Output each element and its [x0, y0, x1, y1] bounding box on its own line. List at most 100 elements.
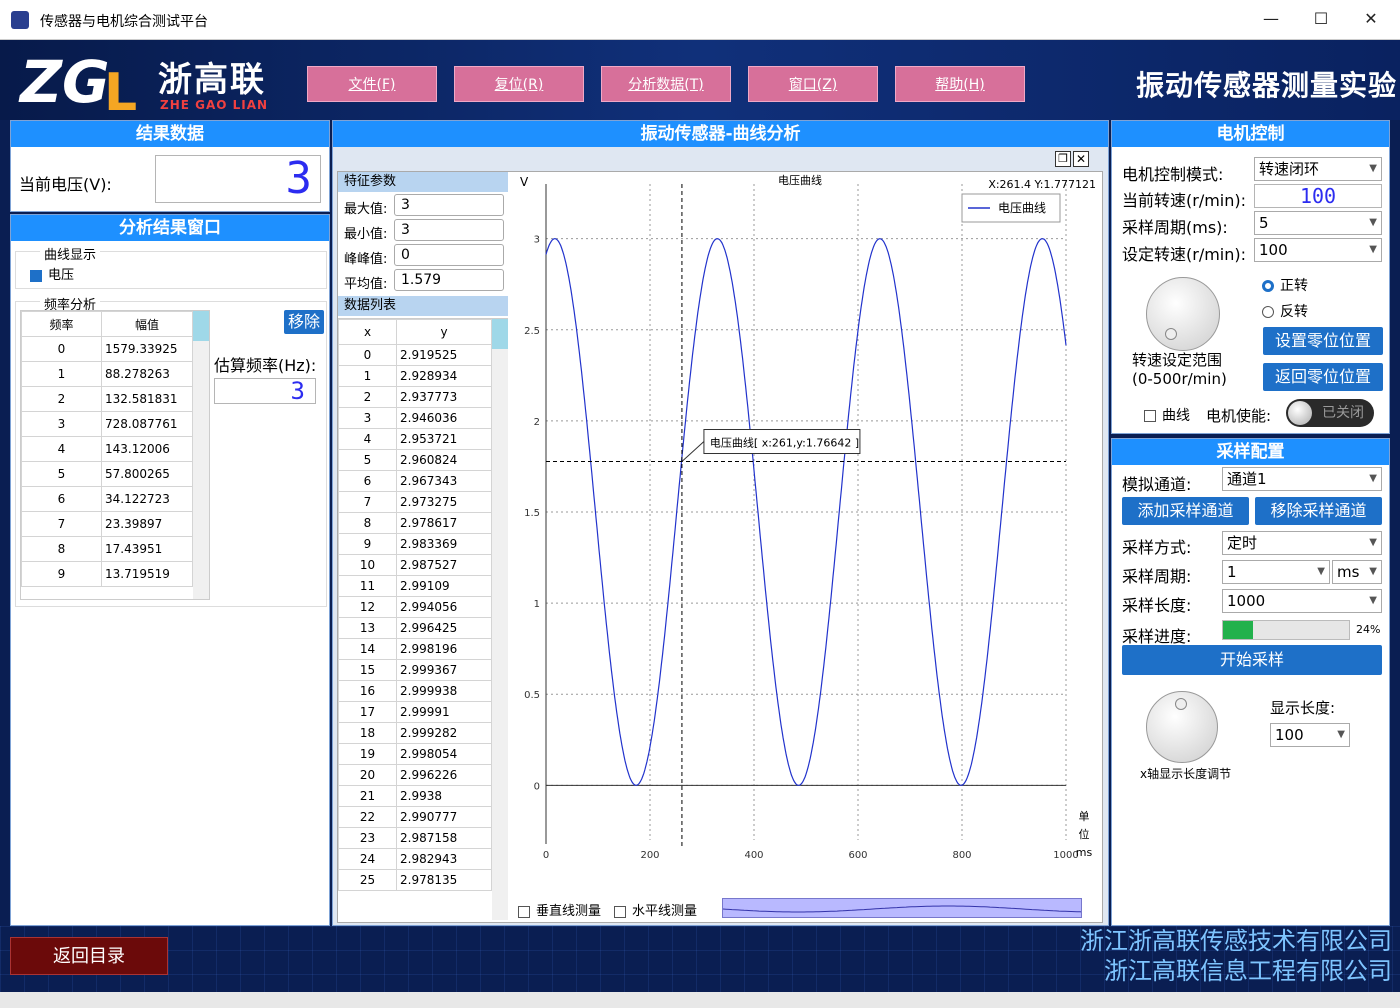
checkbox-unchecked-icon[interactable] [614, 905, 626, 918]
mode-value: 转速闭环 [1259, 160, 1320, 178]
scrollbar[interactable] [492, 319, 508, 920]
x-cell: 18 [338, 722, 397, 744]
y-tick-label: 0 [534, 781, 540, 792]
table-row[interactable]: 9 2.983369 [338, 533, 492, 555]
xaxis-knob[interactable] [1146, 691, 1218, 763]
close-icon[interactable]: ✕ [1356, 8, 1386, 30]
table-row[interactable]: 22 2.990777 [338, 806, 492, 828]
curve-voltage-checkbox[interactable]: 电压 [30, 264, 74, 283]
table-row[interactable]: 15 2.999367 [338, 659, 492, 681]
hline-checkbox[interactable]: 水平线测量 [614, 900, 697, 919]
table-row[interactable]: 8 2.978617 [338, 512, 492, 534]
period-unit-select[interactable]: ms ▼ [1332, 560, 1382, 584]
voltage-chart[interactable]: 0 0.5 1 1.5 2 2.5 3 0 200 400 600 800 1000 V 电压曲线 X:261… [510, 172, 1102, 894]
reverse-label: 反转 [1280, 304, 1308, 320]
scrollbar-thumb[interactable] [492, 319, 508, 349]
menu-help[interactable]: 帮助(H) [895, 66, 1025, 102]
col-x: x [338, 319, 397, 345]
table-row[interactable]: 16 2.999938 [338, 680, 492, 702]
menu-window[interactable]: 窗口(Z) [748, 66, 878, 102]
set-speed-label: 设定转速(r/min): [1122, 245, 1247, 264]
table-row[interactable]: 1 88.278263 [21, 361, 193, 387]
s-period-select[interactable]: 1 ▼ [1222, 560, 1330, 584]
table-row[interactable]: 2 2.937773 [338, 386, 492, 408]
table-row[interactable]: 8 17.43951 [21, 536, 193, 562]
forward-radio[interactable]: 正转 [1262, 275, 1308, 295]
table-row[interactable]: 20 2.996226 [338, 764, 492, 786]
table-row[interactable]: 7 2.973275 [338, 491, 492, 513]
panel-close-icon[interactable]: ✕ [1073, 151, 1089, 167]
reverse-radio[interactable]: 反转 [1262, 301, 1308, 321]
table-row[interactable]: 17 2.99991 [338, 701, 492, 723]
table-row[interactable]: 2 132.581831 [21, 386, 193, 412]
table-row[interactable]: 13 2.996425 [338, 617, 492, 639]
chevron-down-icon: ▼ [1317, 566, 1325, 577]
amp-cell: 728.087761 [101, 411, 193, 437]
table-row[interactable]: 0 2.919525 [338, 344, 492, 366]
table-row[interactable]: 1 2.928934 [338, 365, 492, 387]
feature-row: 平均值: 1.579 [342, 269, 508, 293]
table-row[interactable]: 24 2.982943 [338, 848, 492, 870]
feature-row: 最小值: 3 [342, 219, 508, 243]
restore-icon[interactable]: ❐ [1055, 151, 1071, 167]
speed-knob[interactable] [1146, 277, 1220, 351]
maximize-icon[interactable]: ☐ [1306, 8, 1336, 30]
radio-unchecked-icon[interactable] [1262, 306, 1274, 318]
table-row[interactable]: 23 2.987158 [338, 827, 492, 849]
menu-reset[interactable]: 复位(R) [454, 66, 584, 102]
table-row[interactable]: 11 2.99109 [338, 575, 492, 597]
period-select[interactable]: 5 ▼ [1254, 211, 1382, 235]
table-row[interactable]: 0 1579.33925 [21, 336, 193, 362]
return-zero-button[interactable]: 返回零位位置 [1263, 363, 1383, 391]
method-label: 采样方式: [1122, 538, 1192, 557]
back-button[interactable]: 返回目录 [10, 937, 168, 975]
channel-select[interactable]: 通道1 ▼ [1222, 467, 1382, 491]
table-row[interactable]: 4 143.12006 [21, 436, 193, 462]
checkbox-unchecked-icon[interactable] [518, 905, 530, 918]
table-row[interactable]: 10 2.987527 [338, 554, 492, 576]
mode-select[interactable]: 转速闭环 ▼ [1254, 157, 1382, 181]
feature-label: 峰峰值: [344, 252, 388, 267]
overview-scroller[interactable] [722, 898, 1082, 918]
table-row[interactable]: 7 23.39897 [21, 511, 193, 537]
table-row[interactable]: 6 34.122723 [21, 486, 193, 512]
start-sampling-button[interactable]: 开始采样 [1122, 645, 1382, 675]
checkbox-checked-icon[interactable] [30, 269, 42, 282]
table-row[interactable]: 6 2.967343 [338, 470, 492, 492]
display-len-select[interactable]: 100 ▼ [1270, 723, 1350, 747]
data-table[interactable]: x y 0 2.919525 1 2.928934 2 2.937773 3 2.946036… [338, 318, 508, 920]
set-speed-select[interactable]: 100 ▼ [1254, 238, 1382, 262]
table-row[interactable]: 5 57.800265 [21, 461, 193, 487]
frequency-table[interactable]: 频率 幅值 0 1579.33925 1 88.278263 2 132.581831 3 7… [20, 310, 210, 600]
scrollbar-thumb[interactable] [193, 311, 209, 341]
menu-file[interactable]: 文件(F) [307, 66, 437, 102]
table-row[interactable]: 25 2.978135 [338, 869, 492, 891]
vline-checkbox[interactable]: 垂直线测量 [518, 900, 601, 919]
scrollbar[interactable] [193, 311, 209, 599]
table-row[interactable]: 9 13.719519 [21, 561, 193, 587]
feature-row: 峰峰值: 0 [342, 244, 508, 268]
table-row[interactable]: 4 2.953721 [338, 428, 492, 450]
table-row[interactable]: 5 2.960824 [338, 449, 492, 471]
checkbox-unchecked-icon[interactable] [1144, 410, 1156, 422]
remove-button[interactable]: 移除 [284, 310, 324, 334]
table-row[interactable]: 3 2.946036 [338, 407, 492, 429]
amp-cell: 23.39897 [101, 511, 193, 537]
table-row[interactable]: 3 728.087761 [21, 411, 193, 437]
set-zero-button[interactable]: 设置零位位置 [1263, 327, 1383, 355]
table-row[interactable]: 21 2.9938 [338, 785, 492, 807]
table-row[interactable]: 19 2.998054 [338, 743, 492, 765]
table-row[interactable]: 18 2.999282 [338, 722, 492, 744]
table-row[interactable]: 14 2.998196 [338, 638, 492, 660]
minimize-icon[interactable]: — [1256, 8, 1286, 30]
menu-analysis[interactable]: 分析数据(T) [601, 66, 731, 102]
remove-channel-button[interactable]: 移除采样通道 [1255, 497, 1382, 525]
enable-toggle[interactable]: 已关闭 [1286, 399, 1374, 427]
chevron-down-icon: ▼ [1369, 244, 1377, 255]
length-select[interactable]: 1000 ▼ [1222, 589, 1382, 613]
radio-checked-icon[interactable] [1262, 280, 1274, 292]
curve-checkbox[interactable]: 曲线 [1144, 405, 1190, 425]
add-channel-button[interactable]: 添加采样通道 [1122, 497, 1249, 525]
table-row[interactable]: 12 2.994056 [338, 596, 492, 618]
method-select[interactable]: 定时 ▼ [1222, 531, 1382, 555]
